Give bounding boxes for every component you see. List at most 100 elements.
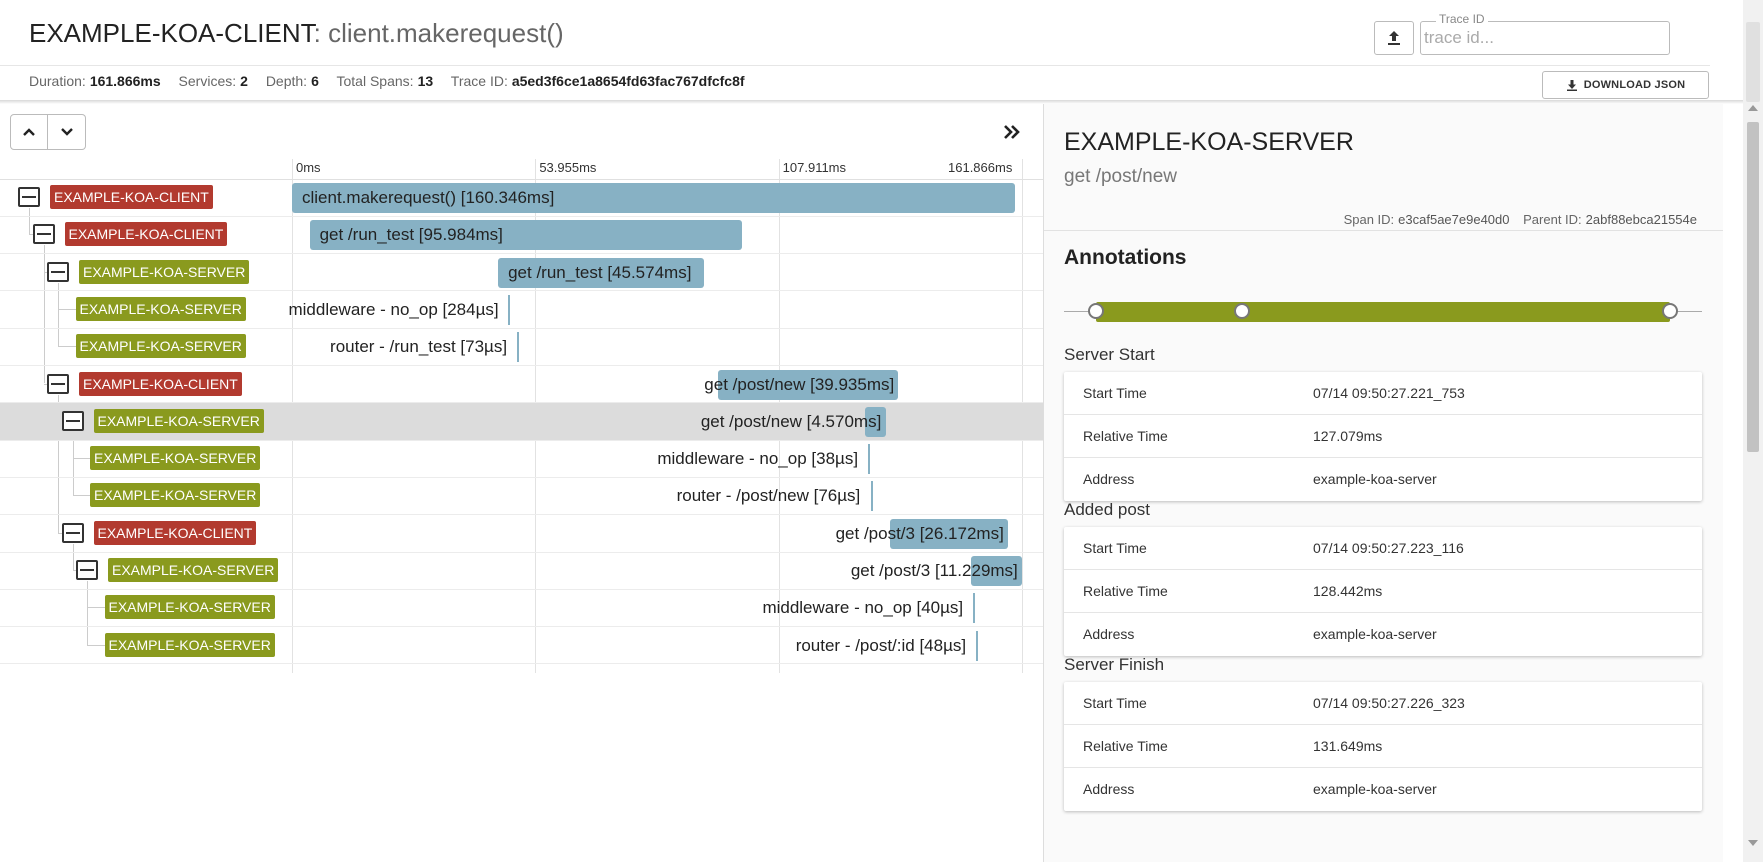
service-badge: EXAMPLE-KOA-SERVER [108,558,279,582]
title-operation: client.makerequest() [328,18,564,48]
page-title: EXAMPLE-KOA-CLIENT: client.makerequest() [29,18,564,49]
previous-span-button[interactable] [10,114,48,150]
span-label: middleware - no_op [284µs] [288,299,499,319]
title-separator: : [313,18,329,48]
collapse-toggle-icon[interactable] [61,522,84,543]
annotation-table: Start Time 07/14 09:50:27.221_753 Relative… [1064,372,1702,501]
trace-id-label: Trace ID [1436,12,1488,26]
tick-label: 161.866ms [948,160,1013,175]
annotation-row: Start Time 07/14 09:50:27.226_323 [1064,682,1702,725]
expand-detail-button[interactable] [1003,120,1021,146]
span-bar[interactable] [868,444,871,475]
span-row[interactable]: EXAMPLE-KOA-SERVER router - /post/:id [48… [0,627,1043,664]
annotation-value: 07/14 09:50:27.223_116 [1313,540,1464,556]
upload-icon [1388,31,1400,45]
annotation-row: Start Time 07/14 09:50:27.221_753 [1064,372,1702,415]
title-service: EXAMPLE-KOA-CLIENT [29,18,314,48]
annotation-row: Relative Time 127.079ms [1064,415,1702,458]
span-row[interactable]: EXAMPLE-KOA-SERVER middleware - no_op [28… [0,291,1043,328]
chevron-down-icon [60,128,73,136]
span-label: get /post/3 [26.172ms] [835,523,1004,543]
collapse-toggle-icon[interactable] [47,373,69,394]
service-badge: EXAMPLE-KOA-CLIENT [93,520,257,545]
scrollbar-thumb[interactable] [1747,122,1759,452]
span-bar[interactable] [870,481,873,512]
detail-ids: Span ID: e3caf5ae7e9e40d0 Parent ID: 2abf8… [1344,212,1697,227]
span-bar[interactable] [975,630,978,661]
service-badge: EXAMPLE-KOA-SERVER [75,334,246,359]
annotation-section: Added post Start Time 07/14 09:50:27.223_1… [1064,493,1702,656]
service-badge: EXAMPLE-KOA-SERVER [104,595,275,620]
collapse-toggle-icon[interactable] [32,224,55,245]
next-span-button[interactable] [48,114,86,150]
service-badge: EXAMPLE-KOA-CLIENT [79,371,242,396]
span-row[interactable]: EXAMPLE-KOA-SERVER router - /post/new [76… [0,477,1043,514]
trace-stats: Duration: 161.866ms Services: 2 Depth: 6 To… [29,73,759,89]
collapse-toggle-icon[interactable] [76,560,98,580]
annotation-row: Start Time 07/14 09:50:27.223_116 [1064,527,1702,570]
scroll-down-arrow-icon[interactable] [1748,840,1758,846]
header-divider [0,65,1710,66]
annotation-table: Start Time 07/14 09:50:27.223_116 Relative… [1064,527,1702,656]
stat-total-spans-label: Total Spans: [336,73,414,89]
download-json-label: DOWNLOAD JSON [1583,79,1686,91]
trace-id-input[interactable] [1424,26,1664,50]
annotation-marker-added-post[interactable] [1234,303,1250,319]
stat-total-spans-value: 13 [417,73,434,89]
parent-id-label: Parent ID: [1523,212,1582,227]
tick-label: 0ms [296,160,321,175]
collapse-toggle-icon[interactable] [18,187,40,207]
trace-header: EXAMPLE-KOA-CLIENT: client.makerequest()… [0,0,1763,100]
upload-button[interactable] [1374,21,1414,55]
service-badge: EXAMPLE-KOA-SERVER [75,296,246,321]
download-json-button[interactable]: DOWNLOAD JSON [1542,71,1709,99]
annotation-key: Relative Time [1083,583,1168,599]
service-badge: EXAMPLE-KOA-SERVER [90,483,261,508]
span-row[interactable]: EXAMPLE-KOA-CLIENT get /run_test [95.984m… [0,216,1043,253]
span-label: router - /post/new [76µs] [676,486,861,506]
annotation-key: Relative Time [1083,738,1168,754]
annotation-section: Server Start Start Time 07/14 09:50:27.221… [1064,338,1702,501]
span-label: client.makerequest() [160.346ms] [302,188,555,207]
span-row[interactable]: EXAMPLE-KOA-SERVER get /post/new [4.570ms… [0,402,1043,440]
annotation-marker-server-start[interactable] [1088,303,1104,319]
span-row[interactable]: EXAMPLE-KOA-SERVER middleware - no_op [40… [0,589,1043,626]
span-label: middleware - no_op [40µs] [762,598,964,618]
span-row[interactable]: EXAMPLE-KOA-CLIENT get /post/3 [26.172ms] [0,515,1043,552]
span-row[interactable]: EXAMPLE-KOA-CLIENT get /post/new [39.935m… [0,366,1043,403]
span-detail-panel: EXAMPLE-KOA-SERVER get /post/new Span ID… [1043,104,1723,862]
page-scrollbar[interactable] [1743,0,1763,862]
annotation-value: 07/14 09:50:27.226_323 [1313,695,1465,711]
collapse-toggle-icon[interactable] [61,410,84,431]
annotation-row: Address example-koa-server [1064,768,1702,811]
scrollbar-upper-thumb[interactable] [1746,22,1760,102]
scroll-up-arrow-icon[interactable] [1748,105,1758,111]
annotation-table: Start Time 07/14 09:50:27.226_323 Relative… [1064,682,1702,811]
span-row[interactable]: EXAMPLE-KOA-SERVER get /run_test [45.574m… [0,254,1043,291]
span-bar[interactable] [508,294,511,325]
annotation-title: Added post [1064,500,1151,519]
span-row[interactable]: EXAMPLE-KOA-SERVER router - /run_test [73… [0,328,1043,365]
annotation-row: Relative Time 131.649ms [1064,725,1702,768]
annotation-value: 127.079ms [1313,428,1383,444]
span-label: get /run_test [45.574ms] [508,262,692,282]
span-bar[interactable] [517,332,520,363]
span-label: get /post/new [39.935ms] [704,374,895,394]
detail-operation-name: get /post/new [1064,166,1178,187]
span-row[interactable]: EXAMPLE-KOA-SERVER middleware - no_op [38… [0,440,1043,477]
annotation-value: 128.442ms [1313,583,1383,599]
collapse-toggle-icon[interactable] [47,261,69,282]
annotation-key: Relative Time [1083,428,1168,444]
span-id-label: Span ID: [1343,212,1395,227]
stat-services-label: Services: [178,73,237,89]
span-label: middleware - no_op [38µs] [657,449,859,469]
stat-duration-value: 161.866ms [89,73,161,89]
trace-timeline: 0ms 53.955ms 107.911ms 161.866ms EXAMPLE-KO… [0,104,1043,862]
double-chevron-right-icon [1004,125,1020,139]
span-id-value: e3caf5ae7e9e40d0 [1398,212,1510,227]
tick-label: 53.955ms [539,160,597,175]
span-row[interactable]: EXAMPLE-KOA-CLIENT client.makerequest() [… [0,179,1043,216]
span-row[interactable]: EXAMPLE-KOA-SERVER get /post/3 [11.229ms] [0,552,1043,589]
span-bar[interactable] [973,593,976,624]
annotation-marker-server-finish[interactable] [1662,303,1678,319]
